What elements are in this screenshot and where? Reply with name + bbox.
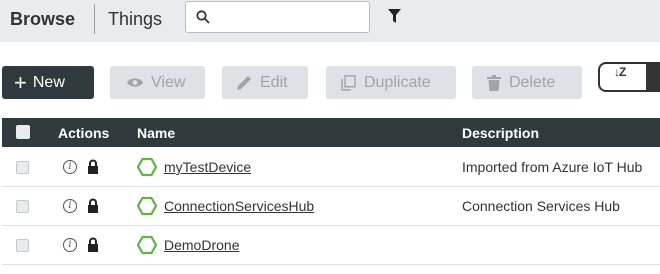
new-button-label: New	[32, 73, 65, 91]
delete-button-label: Delete	[509, 73, 556, 91]
info-icon[interactable]: i	[63, 238, 77, 252]
header-actions[interactable]: Actions	[58, 125, 109, 141]
thing-description: Imported from Azure IoT Hub	[462, 159, 643, 175]
lock-icon	[88, 159, 98, 174]
duplicate-button-label: Duplicate	[364, 73, 431, 91]
delete-button[interactable]: Delete	[472, 66, 582, 99]
duplicate-icon	[341, 74, 356, 91]
search-field[interactable]	[185, 1, 370, 33]
eye-icon	[127, 78, 143, 87]
breadcrumb-divider	[94, 4, 95, 34]
thing-description: Connection Services Hub	[462, 198, 620, 214]
sort-az-icon: ↓Z	[614, 65, 626, 79]
table-row[interactable]: i DemoDrone	[2, 226, 660, 265]
lock-icon	[88, 198, 98, 213]
thing-name-link[interactable]: ConnectionServicesHub	[164, 198, 314, 214]
table-row[interactable]: i myTestDevice Imported from Azure IoT H…	[2, 148, 660, 187]
hexagon-icon	[137, 235, 157, 255]
thing-name-link[interactable]: myTestDevice	[164, 159, 251, 175]
info-icon[interactable]: i	[63, 160, 77, 174]
row-checkbox[interactable]	[16, 161, 29, 174]
header-description[interactable]: Description	[462, 125, 539, 141]
search-icon	[196, 10, 210, 24]
plus-icon: +	[14, 69, 27, 95]
lock-icon	[88, 237, 98, 252]
duplicate-button[interactable]: Duplicate	[326, 66, 456, 99]
hexagon-icon	[137, 196, 157, 216]
sort-toggle[interactable]: ↓Z	[598, 62, 660, 92]
info-icon[interactable]: i	[63, 199, 77, 213]
filter-icon[interactable]	[388, 9, 401, 23]
table-header: Actions Name Description	[2, 118, 660, 147]
view-button-label: View	[151, 73, 186, 91]
thing-name-link[interactable]: DemoDrone	[164, 237, 239, 253]
edit-button-label: Edit	[260, 73, 288, 91]
edit-button[interactable]: Edit	[222, 66, 308, 99]
hexagon-icon	[137, 157, 157, 177]
breadcrumb-browse[interactable]: Browse	[10, 9, 75, 30]
search-input[interactable]	[216, 6, 365, 30]
browse-header: Browse Things	[0, 0, 660, 42]
view-button[interactable]: View	[110, 66, 205, 99]
header-name[interactable]: Name	[137, 125, 175, 141]
new-button[interactable]: + New	[2, 66, 94, 99]
row-checkbox[interactable]	[16, 239, 29, 252]
trash-icon	[487, 74, 501, 91]
row-checkbox[interactable]	[16, 200, 29, 213]
pencil-icon	[237, 76, 251, 90]
breadcrumb-things: Things	[108, 9, 163, 29]
select-all-checkbox[interactable]	[16, 125, 30, 139]
sort-toggle-knob	[646, 64, 660, 90]
table-row[interactable]: i ConnectionServicesHub Connection Servi…	[2, 187, 660, 226]
